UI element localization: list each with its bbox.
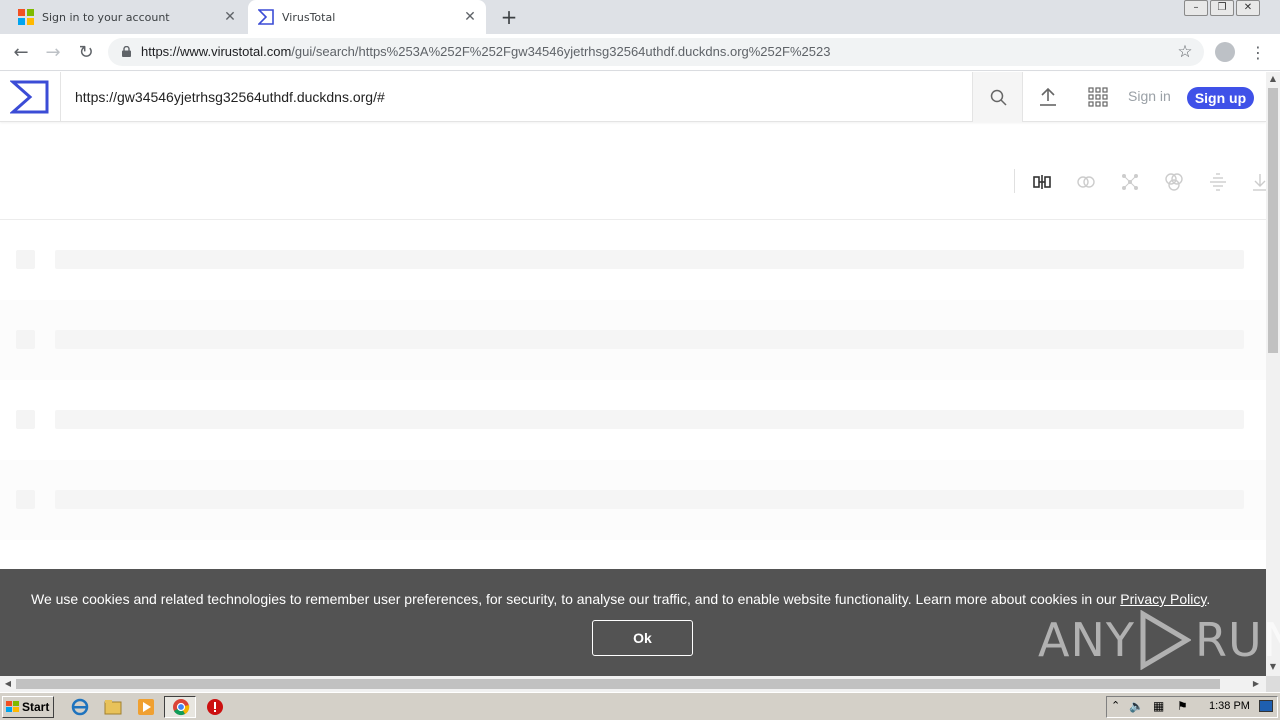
vt-header: Sign in Sign up — [0, 72, 1266, 122]
compare-icon[interactable] — [1032, 172, 1052, 192]
internet-explorer-icon[interactable] — [71, 698, 89, 716]
tab-virustotal[interactable]: VirusTotal ✕ — [248, 0, 486, 34]
anyrun-watermark: ANY RUN — [1038, 608, 1280, 672]
restore-button[interactable]: ❐ — [1210, 0, 1234, 16]
taskbar: Start ⌃ 🔈 ▦ ⚑ 1:38 PM — [0, 692, 1280, 720]
chrome-taskbar-button[interactable] — [164, 696, 196, 718]
vt-search-box — [60, 72, 972, 122]
address-bar[interactable]: https://www.virustotal.com/gui/search/ht… — [108, 38, 1204, 66]
clock[interactable]: 1:38 PM — [1209, 700, 1250, 712]
sign-in-link[interactable]: Sign in — [1128, 88, 1171, 104]
vertical-scrollbar[interactable]: ▲ ▼ — [1266, 72, 1280, 676]
media-player-icon[interactable] — [137, 698, 155, 716]
virustotal-logo-icon — [258, 9, 274, 25]
volume-icon[interactable]: 🔈 — [1129, 699, 1144, 713]
file-explorer-icon[interactable] — [104, 698, 122, 716]
upload-icon[interactable] — [1036, 85, 1060, 109]
virustotal-logo[interactable] — [10, 80, 50, 114]
search-input[interactable] — [75, 87, 955, 107]
loading-row — [0, 220, 1266, 300]
search-icon — [990, 89, 1007, 106]
link-circles-icon[interactable] — [1076, 172, 1096, 192]
sign-up-button[interactable]: Sign up — [1187, 87, 1254, 109]
loading-row — [0, 300, 1266, 380]
start-button[interactable]: Start — [2, 696, 54, 718]
close-window-button[interactable]: ✕ — [1236, 0, 1260, 16]
loading-row — [0, 460, 1266, 540]
scroll-right-icon[interactable]: ▶ — [1248, 676, 1264, 692]
microsoft-logo-icon — [18, 9, 34, 25]
close-tab-icon[interactable]: ✕ — [462, 9, 478, 25]
system-tray: ⌃ 🔈 ▦ ⚑ 1:38 PM — [1106, 696, 1278, 718]
chrome-icon — [173, 699, 190, 716]
profile-avatar-icon[interactable] — [1215, 42, 1235, 62]
reload-icon[interactable]: ↻ — [75, 42, 97, 64]
tab-strip: Sign in to your account ✕ VirusTotal ✕ +… — [0, 0, 1280, 34]
venn-icon[interactable] — [1164, 172, 1184, 192]
scrollbar-corner — [1266, 676, 1280, 692]
url-text: https://www.virustotal.com/gui/search/ht… — [141, 44, 831, 59]
scroll-thumb[interactable] — [16, 679, 1220, 689]
tray-expand-icon[interactable]: ⌃ — [1111, 699, 1120, 712]
close-tab-icon[interactable]: ✕ — [222, 9, 238, 25]
tab-sign-in[interactable]: Sign in to your account ✕ — [8, 0, 246, 34]
browser-toolbar: ← → ↻ https://www.virustotal.com/gui/sea… — [0, 34, 1280, 71]
new-tab-button[interactable]: + — [498, 6, 520, 28]
loading-row — [0, 380, 1266, 460]
back-icon[interactable]: ← — [10, 42, 32, 64]
toolbar-divider — [1014, 169, 1015, 193]
forward-icon[interactable]: → — [42, 42, 64, 64]
lock-icon — [122, 46, 131, 57]
stop-sign-icon[interactable] — [206, 698, 224, 716]
scroll-up-icon[interactable]: ▲ — [1266, 72, 1280, 86]
tab-title: Sign in to your account — [42, 10, 170, 24]
scroll-thumb[interactable] — [1268, 88, 1278, 353]
network-icon[interactable]: ▦ — [1153, 699, 1164, 713]
tab-title: VirusTotal — [282, 10, 336, 24]
action-toolbar — [0, 122, 1267, 220]
filter-lines-icon[interactable] — [1208, 172, 1228, 192]
window-controls: – ❐ ✕ — [1182, 0, 1260, 18]
action-center-flag-icon[interactable]: ⚑ — [1177, 699, 1188, 713]
scroll-left-icon[interactable]: ◀ — [0, 676, 16, 692]
graph-nodes-icon[interactable] — [1120, 172, 1140, 192]
cookie-ok-button[interactable]: Ok — [592, 620, 693, 656]
apps-grid-icon[interactable] — [1088, 87, 1108, 107]
show-desktop-icon[interactable] — [1259, 700, 1273, 712]
play-triangle-icon — [1140, 610, 1191, 670]
cookie-message: We use cookies and related technologies … — [31, 591, 1211, 607]
bookmark-star-icon[interactable]: ☆ — [1174, 42, 1196, 64]
windows-flag-icon — [6, 701, 19, 712]
search-button[interactable] — [972, 72, 1023, 122]
menu-kebab-icon[interactable]: ⋮ — [1248, 42, 1268, 64]
horizontal-scrollbar[interactable]: ◀ ▶ — [0, 676, 1266, 692]
privacy-policy-link[interactable]: Privacy Policy — [1120, 591, 1206, 607]
minimize-button[interactable]: – — [1184, 0, 1208, 16]
